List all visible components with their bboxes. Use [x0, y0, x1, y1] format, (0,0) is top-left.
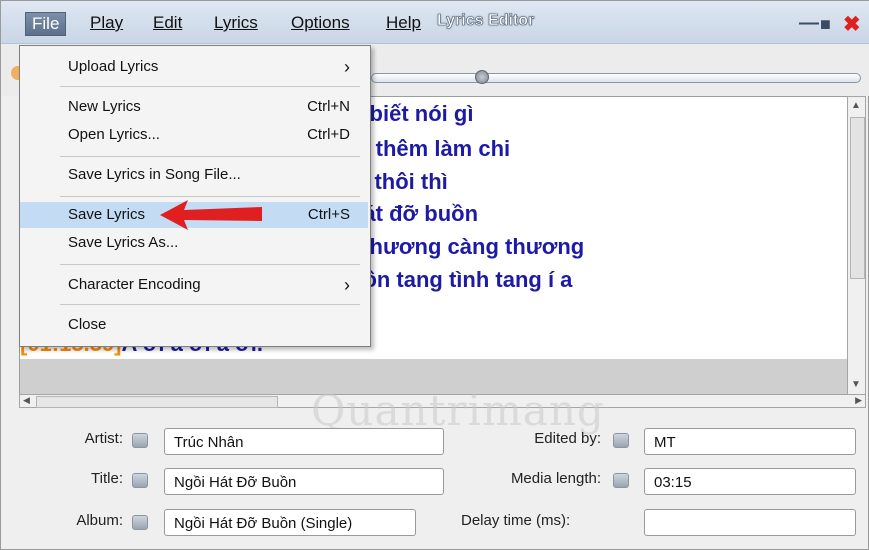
menu-item-shortcut: Ctrl+D	[307, 126, 350, 143]
menu-play-label: Play	[90, 13, 124, 32]
menu-options-label: Options	[291, 13, 350, 32]
menu-file-label: File	[32, 14, 60, 33]
menu-lyrics[interactable]: Lyrics	[208, 12, 264, 34]
menu-item-label: Save Lyrics As...	[68, 234, 179, 251]
chevron-right-icon: ›	[344, 57, 350, 77]
arrow-down-icon[interactable]: ▼	[851, 379, 861, 390]
menu-item-label: Character Encoding	[68, 276, 201, 293]
artist-label: Artist:	[84, 430, 123, 447]
menu-item-label: Save Lyrics	[68, 206, 145, 223]
menu-item-shortcut: Ctrl+N	[307, 98, 350, 115]
menu-item-open-lyrics[interactable]: Open Lyrics... Ctrl+D	[20, 122, 368, 148]
delay-time-field[interactable]	[644, 509, 856, 536]
menu-divider	[60, 196, 360, 197]
album-field[interactable]: Ngồi Hát Đỡ Buồn (Single)	[164, 509, 416, 536]
title-label: Title:	[91, 470, 123, 487]
menu-item-save-in-song-file[interactable]: Save Lyrics in Song File...	[20, 162, 368, 188]
lock-icon[interactable]	[613, 433, 629, 448]
menu-play[interactable]: Play	[84, 12, 129, 34]
menu-divider	[60, 264, 360, 265]
annotation-arrow-icon	[160, 200, 262, 230]
menu-item-new-lyrics[interactable]: New Lyrics Ctrl+N	[20, 94, 368, 120]
menu-help[interactable]: Help	[380, 12, 427, 34]
lock-icon[interactable]	[132, 433, 148, 448]
menu-item-label: New Lyrics	[68, 98, 141, 115]
menu-item-save-lyrics-as[interactable]: Save Lyrics As...	[20, 230, 368, 256]
arrow-up-icon[interactable]: ▲	[851, 100, 861, 111]
menu-item-character-encoding[interactable]: Character Encoding ›	[20, 272, 368, 298]
chevron-right-icon: ›	[344, 275, 350, 295]
vertical-scrollbar[interactable]: ▲ ▼	[847, 96, 866, 396]
app-title: Lyrics Editor	[437, 12, 535, 30]
artist-field[interactable]: Trúc Nhân	[164, 428, 444, 455]
media-length-field[interactable]: 03:15	[644, 468, 856, 495]
menu-item-label: Save Lyrics in Song File...	[68, 166, 241, 183]
lock-icon[interactable]	[613, 473, 629, 488]
seek-slider-thumb[interactable]	[475, 70, 489, 84]
close-button[interactable]: ✖	[843, 12, 861, 37]
delay-time-label: Delay time (ms):	[461, 512, 571, 529]
seek-slider[interactable]	[371, 73, 861, 83]
menu-edit-label: Edit	[153, 13, 183, 32]
vertical-scroll-thumb[interactable]	[850, 117, 865, 279]
menu-item-label: Close	[68, 316, 107, 333]
menu-divider	[60, 86, 360, 87]
media-length-label: Media length:	[510, 470, 601, 487]
lyric-line: uồn tang tình tang í a	[350, 267, 573, 292]
menu-options[interactable]: Options	[285, 12, 356, 34]
arrow-left-icon[interactable]: ◀	[23, 395, 30, 406]
app-window: File Play Edit Lyrics Options Help Lyric…	[0, 0, 869, 550]
arrow-right-icon[interactable]: ▶	[855, 395, 862, 406]
maximize-button[interactable]: ■	[820, 14, 831, 35]
lock-icon[interactable]	[132, 515, 148, 530]
menu-item-close[interactable]: Close	[20, 312, 368, 338]
menu-item-label: Upload Lyrics	[68, 58, 159, 75]
lyric-line: i thương càng thương	[350, 234, 585, 259]
menu-lyrics-label: Lyrics	[214, 13, 258, 32]
file-menu-dropdown: Upload Lyrics › New Lyrics Ctrl+N Open L…	[19, 45, 371, 347]
menu-bar: File Play Edit Lyrics Options Help Lyric…	[1, 1, 869, 44]
title-field[interactable]: Ngồi Hát Đỡ Buồn	[164, 468, 444, 495]
menu-item-shortcut: Ctrl+S	[307, 206, 350, 223]
horizontal-scroll-thumb[interactable]	[36, 396, 278, 408]
lyric-line: đi thêm làm chi	[350, 136, 511, 161]
menu-edit[interactable]: Edit	[147, 12, 188, 34]
minimize-button[interactable]: —	[799, 12, 819, 35]
edited-by-field[interactable]: MT	[644, 428, 856, 455]
menu-help-label: Help	[386, 13, 421, 32]
menu-divider	[60, 156, 360, 157]
menu-file[interactable]: File	[25, 12, 67, 36]
menu-divider	[60, 304, 360, 305]
menu-item-label: Open Lyrics...	[68, 126, 160, 143]
lock-icon[interactable]	[132, 473, 148, 488]
album-label: Album:	[76, 512, 123, 529]
menu-item-upload-lyrics[interactable]: Upload Lyrics ›	[20, 54, 368, 80]
edited-by-label: Edited by:	[534, 430, 601, 447]
